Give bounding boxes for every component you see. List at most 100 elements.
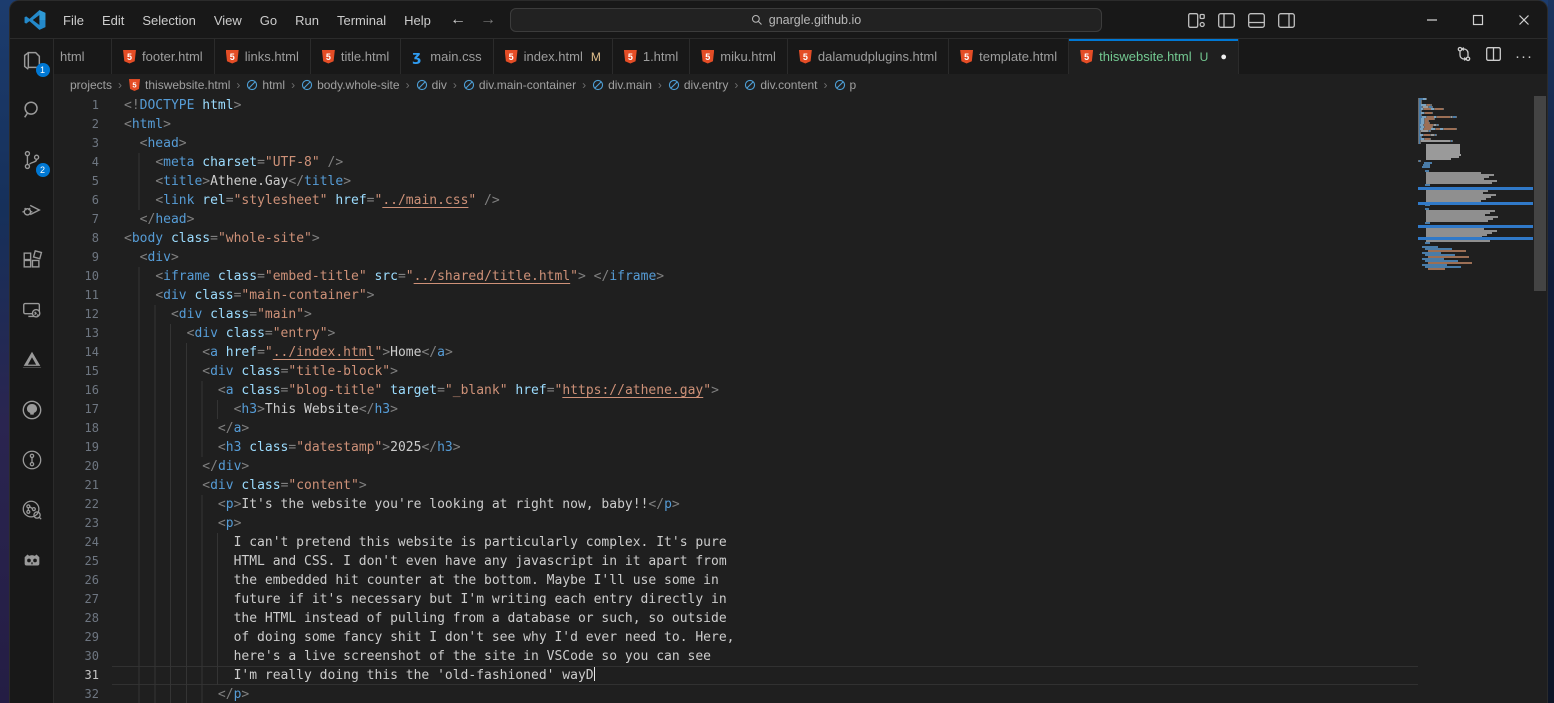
code-line[interactable]: 7 </head> [54,210,1418,229]
code-line[interactable]: 16 <a class="blog-title" target="_blank"… [54,381,1418,400]
explorer-icon[interactable]: 1 [19,47,45,73]
menu-help[interactable]: Help [395,9,440,32]
menu-terminal[interactable]: Terminal [328,9,395,32]
breadcrumb-item-div.main-container[interactable]: div.main-container [463,78,576,92]
maximize-button[interactable] [1455,1,1501,39]
tab-thiswebsite.html[interactable]: 5thiswebsite.htmlU● [1069,39,1239,74]
breadcrumb-item-div.main[interactable]: div.main [592,78,652,92]
line-number[interactable]: 22 [54,495,99,514]
tab-html[interactable]: html [54,39,112,74]
toggle-primary-sidebar-icon[interactable] [1218,13,1235,28]
code-line[interactable]: 25 HTML and CSS. I don't even have any j… [54,552,1418,571]
line-number[interactable]: 14 [54,343,99,362]
line-number[interactable]: 28 [54,609,99,628]
unsaved-dot-icon[interactable]: ● [1220,51,1227,63]
breadcrumb-item-html[interactable]: html [246,78,285,92]
extension-a-triangle-icon[interactable] [19,347,45,373]
line-number[interactable]: 10 [54,267,99,286]
split-editor-icon[interactable] [1486,47,1501,66]
code-line[interactable]: 14 <a href="../index.html">Home</a> [54,343,1418,362]
godot-icon[interactable] [19,547,45,573]
tab-footer.html[interactable]: 5footer.html [112,39,215,74]
gitlens-icon[interactable] [19,447,45,473]
code-line[interactable]: 30 here's a live screenshot of the site … [54,647,1418,666]
tab-title.html[interactable]: 5title.html [311,39,401,74]
menu-go[interactable]: Go [251,9,286,32]
line-number[interactable]: 18 [54,419,99,438]
remote-explorer-icon[interactable] [19,297,45,323]
code-line[interactable]: 20 </div> [54,457,1418,476]
line-number[interactable]: 5 [54,172,99,191]
line-number[interactable]: 17 [54,400,99,419]
customize-layout-icon[interactable] [1188,13,1205,28]
scrollbar-slider[interactable] [1534,96,1546,291]
code-line[interactable]: 10 <iframe class="embed-title" src="../s… [54,267,1418,286]
tab-1.html[interactable]: 51.html [613,39,690,74]
line-number[interactable]: 32 [54,685,99,703]
line-number[interactable]: 11 [54,286,99,305]
breadcrumb-item-p[interactable]: p [834,78,857,92]
nav-back-icon[interactable]: ← [450,11,466,29]
line-number[interactable]: 24 [54,533,99,552]
code-line[interactable]: 17 <h3>This Website</h3> [54,400,1418,419]
line-number[interactable]: 6 [54,191,99,210]
code-line[interactable]: 27 future if it's necessary but I'm writ… [54,590,1418,609]
tab-main.css[interactable]: ʒmain.css [401,39,493,74]
line-number[interactable]: 29 [54,628,99,647]
minimize-button[interactable] [1409,1,1455,39]
code-line[interactable]: 11 <div class="main-container"> [54,286,1418,305]
more-actions-icon[interactable]: ··· [1515,48,1533,65]
run-debug-icon[interactable] [19,197,45,223]
code-line[interactable]: 18 </a> [54,419,1418,438]
code-line[interactable]: 5 <title>Athene.Gay</title> [54,172,1418,191]
line-number[interactable]: 8 [54,229,99,248]
breadcrumb-item-thiswebsite.html[interactable]: 5thiswebsite.html [128,78,230,92]
menu-view[interactable]: View [205,9,251,32]
line-number[interactable]: 23 [54,514,99,533]
breadcrumb-item-body.whole-site[interactable]: body.whole-site [301,78,400,92]
toggle-panel-icon[interactable] [1248,13,1265,28]
breadcrumb-item-projects[interactable]: projects [70,78,112,92]
tab-miku.html[interactable]: 5miku.html [690,39,788,74]
code-line[interactable]: 26 the embedded hit counter at the botto… [54,571,1418,590]
tab-dalamudplugins.html[interactable]: 5dalamudplugins.html [788,39,949,74]
breadcrumb-item-div.content[interactable]: div.content [744,78,817,92]
code-line[interactable]: 6 <link rel="stylesheet" href="../main.c… [54,191,1418,210]
command-center-search[interactable]: gnargle.github.io [510,8,1102,32]
code-line[interactable]: 13 <div class="entry"> [54,324,1418,343]
code-line[interactable]: 1<!DOCTYPE html> [54,96,1418,115]
line-number[interactable]: 27 [54,590,99,609]
github-icon[interactable] [19,397,45,423]
tab-links.html[interactable]: 5links.html [215,39,311,74]
source-control-icon[interactable]: 2 [19,147,45,173]
compare-changes-icon[interactable] [1456,46,1472,67]
search-sidebar-icon[interactable] [19,97,45,123]
toggle-secondary-sidebar-icon[interactable] [1278,13,1295,28]
menu-selection[interactable]: Selection [133,9,204,32]
line-number[interactable]: 31 [54,666,99,685]
vertical-scrollbar[interactable] [1533,96,1547,703]
tab-template.html[interactable]: 5template.html [949,39,1069,74]
code-line[interactable]: 4 <meta charset="UTF-8" /> [54,153,1418,172]
code-line[interactable]: 2<html> [54,115,1418,134]
menu-edit[interactable]: Edit [93,9,133,32]
code-line[interactable]: 23 <p> [54,514,1418,533]
line-number[interactable]: 21 [54,476,99,495]
breadcrumb-item-div.entry[interactable]: div.entry [668,78,728,92]
line-number[interactable]: 16 [54,381,99,400]
line-number[interactable]: 13 [54,324,99,343]
nav-forward-icon[interactable]: → [480,11,496,29]
line-number[interactable]: 3 [54,134,99,153]
code-line[interactable]: 19 <h3 class="datestamp">2025</h3> [54,438,1418,457]
line-number[interactable]: 2 [54,115,99,134]
line-number[interactable]: 19 [54,438,99,457]
code-line[interactable]: 32 </p> [54,685,1418,703]
code-line[interactable]: 22 <p>It's the website you're looking at… [54,495,1418,514]
extensions-icon[interactable] [19,247,45,273]
git-graph-icon[interactable] [19,497,45,523]
tab-index.html[interactable]: 5index.htmlM [494,39,613,74]
line-number[interactable]: 20 [54,457,99,476]
code-line[interactable]: 28 the HTML instead of pulling from a da… [54,609,1418,628]
close-button[interactable] [1501,1,1547,39]
menu-run[interactable]: Run [286,9,328,32]
